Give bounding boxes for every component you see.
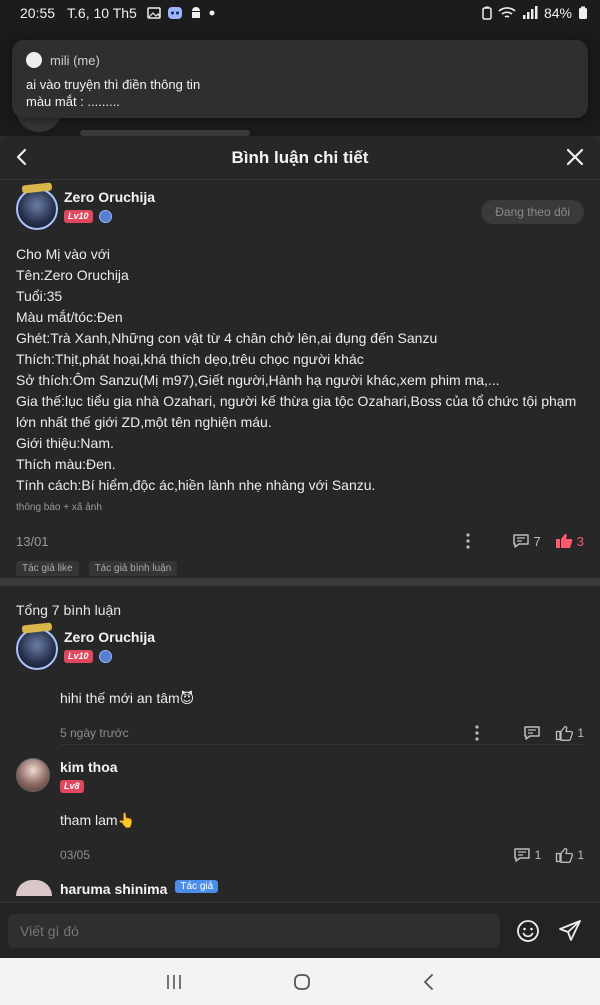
sender-avatar: [26, 52, 42, 68]
level-badge: Lv10: [64, 210, 93, 223]
like-count: 3: [576, 533, 584, 549]
author-tag: Tác giả: [175, 880, 219, 893]
comment-input-bar: [0, 902, 600, 958]
like-button[interactable]: 1: [555, 847, 584, 863]
reply-separator: [60, 744, 584, 745]
comment-detail-sheet: Bình luận chi tiết Zero Oruchija Lv10 Đa…: [0, 136, 600, 1005]
reply-count: 7: [533, 533, 541, 549]
avatar[interactable]: [16, 188, 58, 230]
follow-button[interactable]: Đang theo dõi: [481, 200, 584, 224]
status-date: T.6, 10 Th5: [67, 5, 137, 21]
home-icon[interactable]: [293, 973, 311, 991]
reply-text: hihi thế mới an tâm😈: [60, 690, 195, 706]
thumbs-up-icon: [555, 847, 574, 863]
back-nav-icon[interactable]: [422, 973, 434, 990]
android-icon: [189, 6, 203, 20]
comment-icon: [512, 533, 530, 549]
comment-icon: [513, 847, 531, 863]
comment-note: thông báo + xã ảnh: [16, 502, 102, 513]
status-time: 20:55: [20, 5, 56, 21]
comment-line: Ghét:Trà Xanh,Những con vật từ 4 chân ch…: [16, 330, 438, 346]
author-commented-tag: Tác giả bình luận: [88, 561, 178, 576]
reply-text: tham lam👆: [60, 812, 136, 828]
comment-icon: [523, 725, 541, 741]
total-comments-label: Tổng 7 bình luận: [16, 602, 122, 618]
reply-item: haruma shinima Tác giả: [0, 880, 600, 902]
level-badge: Lv10: [64, 650, 93, 663]
thumbs-up-icon: [555, 533, 573, 549]
reply-item: Zero Oruchija Lv10 hihi thế mới an tâm😈 …: [0, 628, 600, 741]
reply-button[interactable]: 1: [513, 847, 542, 863]
like-count: 1: [577, 726, 584, 740]
reply-time: 03/05: [60, 848, 91, 862]
comment-body: Cho Mị vào với Tên:Zero Oruchija Tuổi:35…: [16, 244, 584, 496]
dot-icon: [209, 10, 215, 16]
comment-line: Tên:Zero Oruchija: [16, 267, 129, 283]
thumbs-up-icon: [555, 725, 574, 741]
reply-time: 5 ngày trước: [60, 726, 129, 740]
comment-line: Thích:Thịt,phát hoại,khá thích dẹo,trêu …: [16, 351, 364, 367]
comment-line: Tuổi:35: [16, 288, 63, 304]
toast-message-line: ai vào truyện thì điền thông tin: [26, 77, 201, 92]
signal-icon: [522, 6, 538, 20]
author-liked-tag: Tác giả like: [16, 561, 79, 576]
reply-button[interactable]: [523, 725, 541, 741]
sender-name: mili (me): [50, 52, 100, 68]
emoji-icon[interactable]: [516, 919, 540, 943]
verified-icon: [98, 210, 112, 223]
avatar[interactable]: [16, 758, 50, 792]
avatar[interactable]: [16, 628, 58, 670]
section-divider: [0, 578, 600, 586]
comment-line: Cho Mị vào với: [16, 246, 110, 262]
comment-line: Giới thiệu:Nam.: [16, 435, 114, 451]
level-badge: Lv8: [60, 780, 84, 793]
comment-line: Thích màu:Đen.: [16, 456, 116, 472]
battery-level: 84%: [543, 5, 572, 21]
author-name[interactable]: kim thoa: [60, 758, 118, 776]
battery-saver-icon: [482, 6, 492, 20]
notification-toast[interactable]: mili (me) ai vào truyện thì điền thông t…: [12, 40, 588, 118]
like-button[interactable]: 3: [555, 533, 584, 549]
close-icon[interactable]: [566, 148, 584, 166]
main-comment: Zero Oruchija Lv10 Đang theo dõi Cho Mị …: [0, 188, 600, 576]
back-icon[interactable]: [14, 148, 28, 166]
recent-apps-icon[interactable]: [166, 974, 182, 990]
more-options-icon[interactable]: [475, 725, 479, 741]
verified-icon: [98, 650, 112, 663]
toast-message-line: màu mắt : .........: [26, 94, 120, 109]
battery-icon: [578, 6, 588, 20]
sheet-header: Bình luận chi tiết: [0, 136, 600, 180]
comment-line: Sở thích:Ôm Sanzu(Mị m97),Giết người,Hàn…: [16, 372, 500, 388]
comment-line: Gia thế:lục tiểu gia nhà Ozahari, người …: [16, 393, 577, 430]
like-button[interactable]: 1: [555, 725, 584, 741]
avatar[interactable]: [16, 880, 52, 896]
comment-date: 13/01: [16, 533, 49, 549]
system-nav-bar: [0, 958, 600, 1005]
gallery-icon: [147, 6, 161, 20]
app-icon: [167, 6, 183, 20]
like-count: 1: [577, 848, 584, 862]
status-bar: 20:55 T.6, 10 Th5 84%: [0, 0, 600, 26]
reply-button[interactable]: 7: [512, 533, 541, 549]
comment-line: Màu mắt/tóc:Đen: [16, 309, 123, 325]
more-options-icon[interactable]: [465, 533, 470, 549]
comment-line: Tính cách:Bí hiểm,độc ác,hiền lành nhẹ n…: [16, 477, 376, 493]
comment-input[interactable]: [8, 913, 500, 948]
send-icon[interactable]: [558, 919, 582, 943]
wifi-icon: [498, 6, 516, 20]
author-name[interactable]: haruma shinima: [60, 880, 167, 898]
author-name[interactable]: Zero Oruchija: [64, 188, 155, 206]
author-name[interactable]: Zero Oruchija: [64, 628, 155, 646]
page-title: Bình luận chi tiết: [231, 147, 369, 167]
reply-item: kim thoa Lv8 tham lam👆 03/05 1 1: [0, 758, 600, 863]
reply-count: 1: [534, 848, 542, 862]
